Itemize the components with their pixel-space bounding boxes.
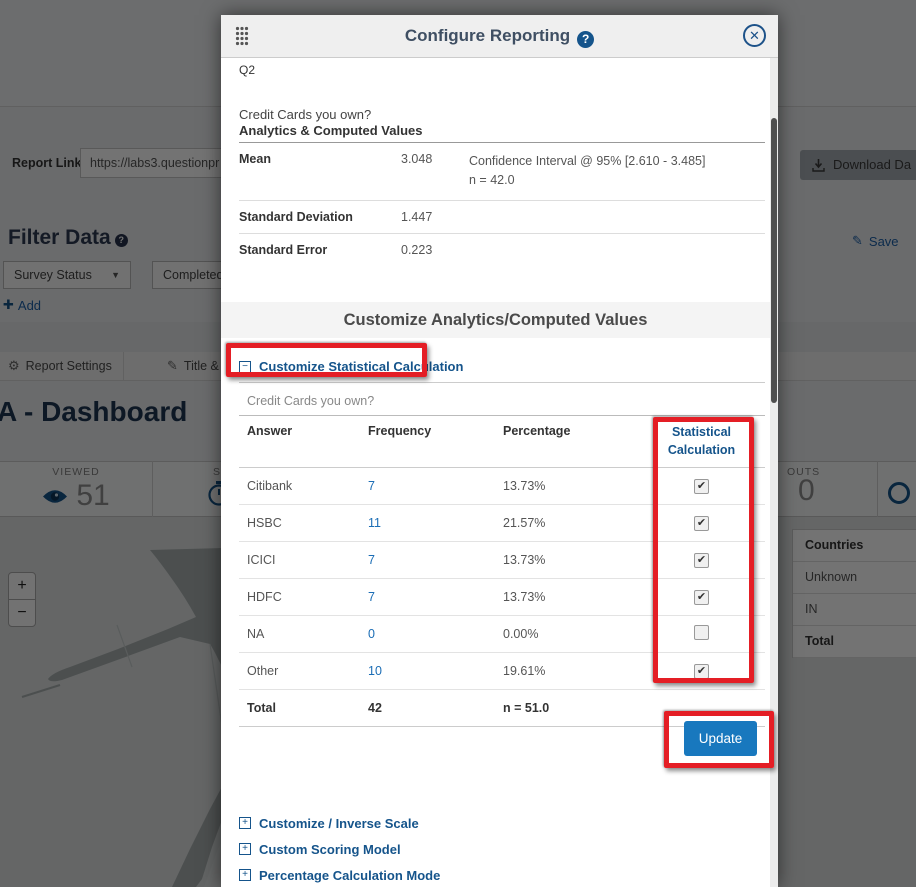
answer-header: Answer [239,424,368,438]
analytics-label: Standard Error [239,243,401,257]
screen: ing▾ Text / Media▾ Report Link https://l… [0,0,916,887]
percentage-cell: 13.73% [503,479,638,493]
collapsed-section-link[interactable]: + Customize / Inverse Scale [239,810,759,836]
frequency-link[interactable]: 11 [368,516,503,530]
analytics-value: 1.447 [401,210,469,224]
section-label: Percentage Calculation Mode [259,868,440,883]
question-code: Q2 [239,63,255,77]
collapsed-section-link[interactable]: + Custom Scoring Model [239,836,759,862]
analytics-detail: Confidence Interval @ 95% [2.610 - 3.485… [469,152,765,191]
modal-title: Configure Reporting? [221,15,778,57]
percentage-header: Percentage [503,424,638,438]
question-text: Credit Cards you own? [239,107,371,122]
annotation-box-update-button [664,711,774,768]
analytics-row: Standard Deviation 1.447 [239,201,765,234]
analytics-detail [469,210,765,224]
answer-cell: HSBC [239,516,368,530]
section-label: Customize / Inverse Scale [259,816,419,831]
expand-plus-icon[interactable]: + [239,817,251,829]
scrollbar-thumb[interactable] [771,118,777,403]
percentage-cell: 13.73% [503,553,638,567]
answer-cell: ICICI [239,553,368,567]
expand-plus-icon[interactable]: + [239,869,251,881]
analytics-detail [469,243,765,257]
collapsed-sections: + Customize / Inverse Scale + Custom Sco… [239,810,759,887]
total-label: Total [239,701,368,715]
collapsed-section-link[interactable]: + Percentage Calculation Mode [239,862,759,887]
analytics-value: 3.048 [401,152,469,191]
percentage-cell: 21.57% [503,516,638,530]
analytics-row: Standard Error 0.223 [239,234,765,266]
help-icon[interactable]: ? [577,31,594,48]
frequency-link[interactable]: 7 [368,553,503,567]
analytics-row: Mean 3.048 Confidence Interval @ 95% [2.… [239,143,765,201]
divider [239,382,765,383]
frequency-link[interactable]: 0 [368,627,503,641]
section-label: Custom Scoring Model [259,842,401,857]
total-n: n = 51.0 [503,701,638,715]
percentage-cell: 0.00% [503,627,638,641]
percentage-cell: 19.61% [503,664,638,678]
customize-values-heading: Customize Analytics/Computed Values [221,302,770,338]
answer-cell: NA [239,627,368,641]
analytics-table: Mean 3.048 Confidence Interval @ 95% [2.… [239,142,765,266]
analytics-label: Mean [239,152,401,191]
analytics-label: Standard Deviation [239,210,401,224]
table-question-text: Credit Cards you own? [247,394,374,408]
close-button[interactable]: ✕ [743,24,766,47]
analytics-value: 0.223 [401,243,469,257]
frequency-link[interactable]: 7 [368,590,503,604]
answer-cell: Citibank [239,479,368,493]
frequency-header: Frequency [368,424,503,438]
answer-cell: Other [239,664,368,678]
annotation-box-checkbox-column [653,417,754,683]
frequency-link[interactable]: 10 [368,664,503,678]
analytics-heading: Analytics & Computed Values [239,123,423,138]
annotation-box-statistical-calculation-link [226,343,427,377]
percentage-cell: 13.73% [503,590,638,604]
frequency-link[interactable]: 7 [368,479,503,493]
expand-plus-icon[interactable]: + [239,843,251,855]
answer-cell: HDFC [239,590,368,604]
total-frequency: 42 [368,701,503,715]
